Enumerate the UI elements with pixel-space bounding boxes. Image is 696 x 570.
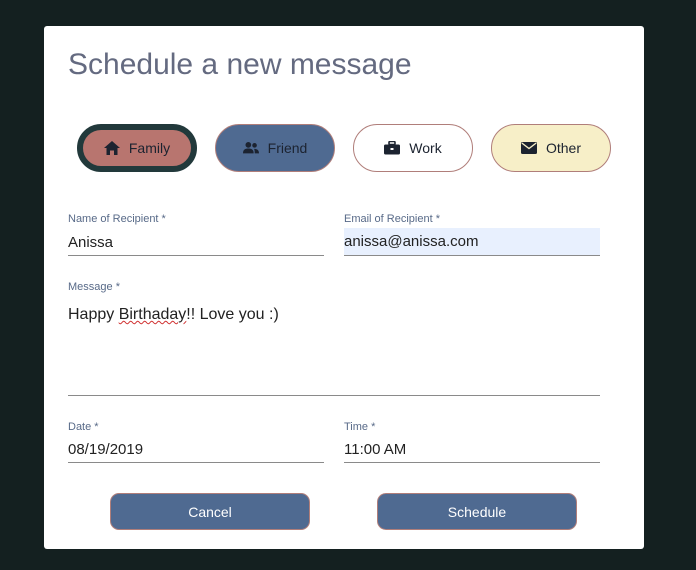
envelope-icon [520, 142, 537, 154]
time-label: Time * [344, 421, 376, 433]
briefcase-icon [384, 141, 401, 155]
recipient-email-input[interactable] [344, 228, 600, 256]
recipient-name-label: Name of Recipient * [68, 213, 166, 225]
time-input[interactable] [344, 437, 600, 463]
recipient-name-input[interactable] [68, 229, 324, 256]
misspelled-word: Birthaday [118, 306, 187, 323]
category-other-label: Other [545, 140, 581, 156]
message-text-start: Happy [68, 306, 119, 323]
category-work-label: Work [409, 140, 442, 156]
home-icon [103, 141, 120, 155]
message-label: Message * [68, 281, 120, 293]
dialog-title: Schedule a new message [68, 48, 412, 81]
schedule-dialog: Schedule a new message Family Friend Wor… [44, 26, 644, 549]
category-family-button[interactable]: Family [77, 124, 197, 172]
date-input[interactable] [68, 437, 324, 463]
category-friend-button[interactable]: Friend [215, 124, 335, 172]
schedule-button[interactable]: Schedule [377, 493, 577, 530]
date-label: Date * [68, 421, 99, 433]
message-textarea[interactable]: Happy Birthaday!! Love you :) [68, 298, 600, 396]
recipient-email-label: Email of Recipient * [344, 213, 440, 225]
users-icon [242, 142, 259, 154]
category-family-label: Family [128, 140, 171, 156]
message-text-end: !! Love you :) [186, 306, 279, 323]
category-friend-label: Friend [267, 140, 308, 156]
category-other-button[interactable]: Other [491, 124, 611, 172]
category-work-button[interactable]: Work [353, 124, 473, 172]
cancel-button[interactable]: Cancel [110, 493, 310, 530]
